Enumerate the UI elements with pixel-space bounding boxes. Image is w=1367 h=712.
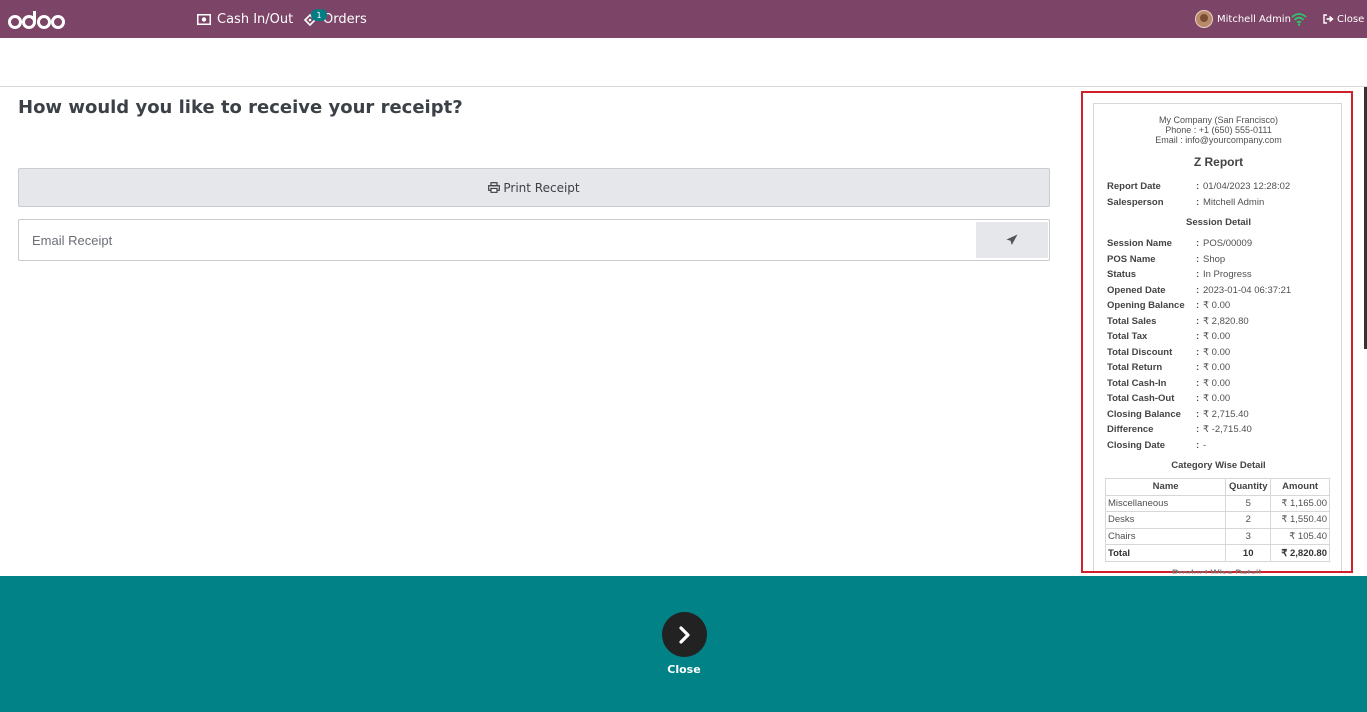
row-label: Total Discount xyxy=(1107,347,1173,358)
row-label: Difference xyxy=(1107,424,1154,435)
total-quantity: 10 xyxy=(1225,544,1272,562)
print-receipt-button[interactable]: Print Receipt xyxy=(18,168,1050,207)
row-value: ₹ -2,715.40 xyxy=(1203,424,1252,435)
row-label: Total Sales xyxy=(1107,316,1157,327)
receipt-title: Z Report xyxy=(1193,155,1244,169)
row-value: ₹ 2,820.80 xyxy=(1203,316,1249,327)
total-amount: ₹ 2,820.80 xyxy=(1270,544,1330,562)
row-label: POS Name xyxy=(1107,254,1156,265)
category-table: Name Quantity Amount Miscellaneous 5 ₹ 1… xyxy=(1104,478,1330,562)
send-email-button[interactable] xyxy=(976,222,1048,258)
row-label: Salesperson xyxy=(1107,197,1164,208)
row-label: Total Return xyxy=(1107,362,1163,373)
category-quantity: 2 xyxy=(1225,511,1272,529)
row-value: ₹ 2,715.40 xyxy=(1203,409,1249,420)
table-row: Desks 2 ₹ 1,550.40 xyxy=(1104,511,1330,529)
row-value: ₹ 0.00 xyxy=(1203,300,1231,311)
bottom-bar: Close xyxy=(0,576,1367,712)
category-name: Miscellaneous xyxy=(1104,494,1227,513)
company-email: Email : info@yourcompany.com xyxy=(1155,135,1282,145)
print-receipt-label: Print Receipt xyxy=(503,180,580,195)
receipt-paper: My Company (San Francisco) Phone : +1 (6… xyxy=(1093,103,1343,571)
row-label: Session Name xyxy=(1107,238,1172,249)
column-header: Quantity xyxy=(1225,478,1272,496)
row-label: Total Cash-Out xyxy=(1107,393,1175,404)
row-label: Status xyxy=(1107,269,1137,280)
avatar xyxy=(1195,10,1213,28)
odoo-logo xyxy=(8,10,66,34)
row-label: Report Date xyxy=(1107,181,1161,192)
row-value: POS/00009 xyxy=(1203,238,1253,249)
subheader-band xyxy=(0,38,1367,87)
row-label: Opened Date xyxy=(1107,285,1166,296)
close-next-button[interactable] xyxy=(662,612,707,657)
company-phone: Phone : +1 (650) 555-0111 xyxy=(1165,125,1272,135)
wifi-icon xyxy=(1291,11,1307,30)
row-value: - xyxy=(1203,440,1207,451)
cash-in-out-button[interactable]: Cash In/Out xyxy=(197,0,293,38)
session-detail-heading: Session Detail xyxy=(1186,217,1251,228)
category-name: Chairs xyxy=(1104,527,1227,546)
paper-plane-icon xyxy=(1006,234,1018,245)
orders-button[interactable]: 1 Orders xyxy=(303,0,367,38)
money-icon xyxy=(197,13,211,25)
row-label: Closing Balance xyxy=(1107,409,1181,420)
column-header: Amount xyxy=(1270,478,1330,496)
close-label[interactable]: Close xyxy=(654,663,714,676)
row-value: ₹ 0.00 xyxy=(1203,393,1231,404)
row-value: ₹ 0.00 xyxy=(1203,378,1231,389)
user-name: Mitchell Admin xyxy=(1217,13,1291,25)
table-total-row: Total 10 ₹ 2,820.80 xyxy=(1104,544,1330,562)
receipt-highlight-frame: My Company (San Francisco) Phone : +1 (6… xyxy=(1081,91,1353,573)
cash-in-out-label: Cash In/Out xyxy=(217,11,294,27)
email-receipt-group xyxy=(18,219,1050,261)
row-label: Opening Balance xyxy=(1107,300,1185,311)
orders-count-badge: 1 xyxy=(311,9,327,21)
page-title: How would you like to receive your recei… xyxy=(18,97,463,118)
column-header: Name xyxy=(1104,478,1227,496)
table-header-row: Name Quantity Amount xyxy=(1104,478,1330,496)
orders-label: Orders xyxy=(323,11,367,27)
row-value: ₹ 0.00 xyxy=(1203,347,1231,358)
category-quantity: 3 xyxy=(1225,527,1272,546)
total-label: Total xyxy=(1104,544,1227,562)
row-value: 2023-01-04 06:37:21 xyxy=(1203,285,1292,296)
category-quantity: 5 xyxy=(1225,494,1272,513)
row-label: Closing Date xyxy=(1107,440,1166,451)
row-label: Total Tax xyxy=(1107,331,1148,342)
row-value: ₹ 0.00 xyxy=(1203,331,1231,342)
table-row: Miscellaneous 5 ₹ 1,165.00 xyxy=(1104,494,1330,513)
top-navbar: Cash In/Out 1 Orders Mitchell Admin Clos… xyxy=(0,0,1367,38)
navbar-close-button[interactable]: Close xyxy=(1323,0,1364,38)
row-value: 01/04/2023 12:28:02 xyxy=(1203,181,1291,192)
category-amount: ₹ 1,550.40 xyxy=(1270,511,1330,529)
row-value: ₹ 0.00 xyxy=(1203,362,1231,373)
company-name: My Company (San Francisco) xyxy=(1158,115,1279,125)
company-info: My Company (San Francisco) Phone : +1 (6… xyxy=(1094,115,1343,145)
category-amount: ₹ 105.40 xyxy=(1270,527,1330,546)
sign-out-icon xyxy=(1323,14,1334,24)
navbar-close-label: Close xyxy=(1337,13,1365,25)
category-name: Desks xyxy=(1104,511,1227,529)
email-receipt-input[interactable] xyxy=(20,221,975,259)
table-row: Chairs 3 ₹ 105.40 xyxy=(1104,527,1330,546)
category-detail-heading: Category Wise Detail xyxy=(1171,460,1266,471)
category-amount: ₹ 1,165.00 xyxy=(1270,494,1330,513)
row-label: Total Cash-In xyxy=(1107,378,1167,389)
user-menu[interactable]: Mitchell Admin xyxy=(1195,0,1291,38)
chevron-right-icon xyxy=(678,625,690,644)
row-value: In Progress xyxy=(1203,269,1252,280)
row-value: Shop xyxy=(1203,254,1226,265)
row-value: Mitchell Admin xyxy=(1203,197,1265,208)
print-icon xyxy=(488,182,501,193)
